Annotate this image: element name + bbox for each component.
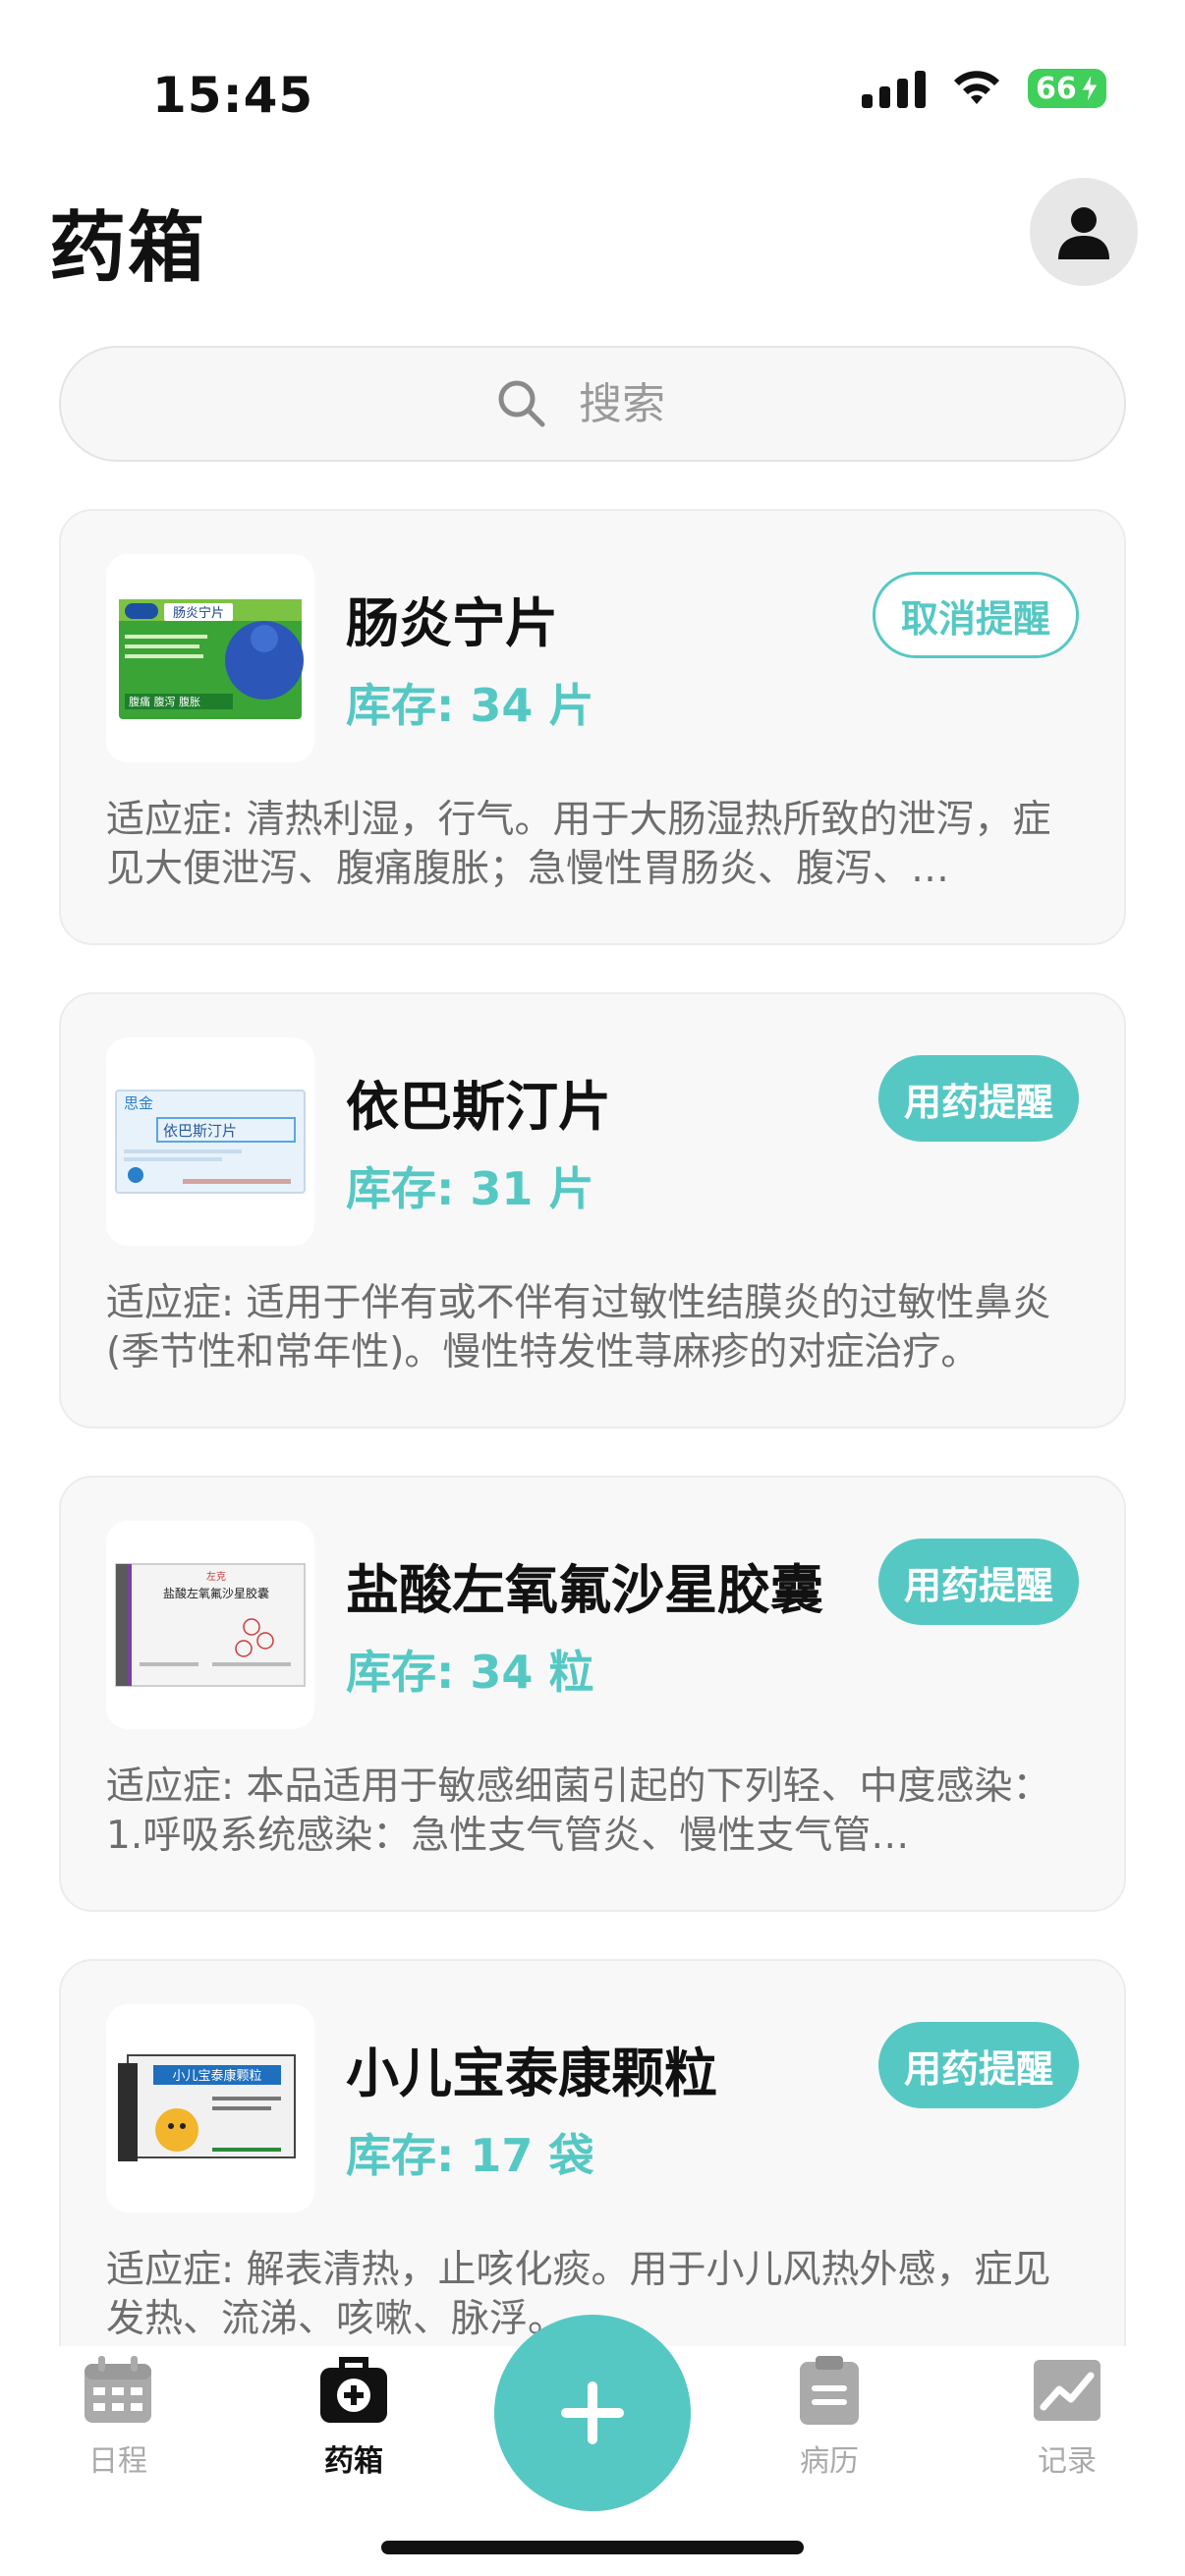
search-bar[interactable] (59, 346, 1126, 462)
medicine-stock: 库存: 31 片 (346, 1162, 594, 1215)
tab-label: 日程 (88, 2444, 147, 2479)
medicine-stock: 库存: 34 粒 (346, 1646, 594, 1699)
home-indicator (381, 2541, 804, 2554)
plus-icon (561, 2381, 624, 2444)
medicine-card[interactable]: 小儿宝泰康颗粒 小儿宝泰康颗粒 库存: 17 袋 用药提醒 适应症: 解表清热，… (59, 1959, 1126, 2346)
tab-schedule[interactable]: 日程 (39, 2354, 197, 2480)
wifi-icon (954, 71, 999, 104)
medicine-list[interactable]: 肠炎宁片 腹痛 腹泻 腹胀 肠炎宁片 库存: 34 片 取消提醒 适应症: 清热… (59, 509, 1126, 2346)
chart-icon (1034, 2360, 1100, 2421)
package-label: 小儿宝泰康颗粒 (172, 2068, 261, 2084)
search-icon (498, 380, 545, 427)
cancel-reminder-button[interactable]: 取消提醒 (872, 572, 1079, 658)
search-input[interactable] (577, 377, 689, 430)
tab-label: 病历 (800, 2444, 859, 2479)
status-icons: 66 (862, 69, 1106, 108)
medicine-image: 小儿宝泰康颗粒 (106, 2004, 314, 2212)
calendar-icon (85, 2356, 151, 2423)
clipboard-icon (800, 2356, 859, 2425)
medicine-name: 盐酸左氧氟沙星胶囊 (346, 1559, 823, 1621)
package-brand: 左克 (206, 1570, 226, 1583)
package-label: 依巴斯汀片 (163, 1122, 237, 1140)
medicine-name: 小儿宝泰康颗粒 (346, 2043, 717, 2104)
profile-button[interactable] (1030, 178, 1138, 286)
medicine-description: 适应症: 适用于伴有或不伴有过敏性结膜炎的过敏性鼻炎 (季节性和常年性)。慢性特… (106, 1281, 1051, 1374)
package-brand: 肠炎宁片 (173, 605, 224, 621)
battery-level: 66 (1036, 71, 1077, 106)
medicine-card[interactable]: 左克 盐酸左氧氟沙星胶囊 盐酸左氧氟沙星胶囊 库存: 34 粒 用药提醒 适应症… (59, 1476, 1126, 1912)
battery-icon: 66 (1028, 69, 1106, 108)
tab-label: 记录 (1038, 2444, 1097, 2479)
medicine-name: 依巴斯汀片 (346, 1076, 611, 1138)
medicine-image: 思金 依巴斯汀片 (106, 1037, 314, 1246)
package-brand: 思金 (124, 1094, 153, 1112)
medicine-description: 适应症: 清热利湿，行气。用于大肠湿热所致的泄泻，症见大便泄泻、腹痛腹胀；急慢性… (106, 798, 1051, 891)
medication-reminder-button[interactable]: 用药提醒 (877, 2022, 1079, 2108)
package-label: 盐酸左氧氟沙星胶囊 (163, 1586, 269, 1600)
medicine-stock: 库存: 34 片 (346, 679, 594, 732)
medicine-description: 适应症: 本品适用于敏感细菌引起的下列轻、中度感染：1.呼吸系统感染：急性支气管… (106, 1764, 1051, 1858)
tab-records[interactable]: 记录 (988, 2354, 1146, 2480)
medicine-name: 肠炎宁片 (346, 592, 558, 654)
medication-reminder-button[interactable]: 用药提醒 (877, 1539, 1079, 1625)
status-time: 15:45 (152, 67, 314, 124)
medicine-stock: 库存: 17 袋 (346, 2129, 594, 2182)
page-title: 药箱 (49, 204, 207, 293)
add-medicine-button[interactable] (494, 2315, 691, 2511)
medkit-icon (320, 2357, 387, 2423)
tab-medicine-box[interactable]: 药箱 (275, 2354, 432, 2480)
medicine-image: 左克 盐酸左氧氟沙星胶囊 (106, 1521, 314, 1729)
user-icon (1058, 207, 1109, 259)
cellular-signal-icon (862, 69, 926, 108)
medicine-card[interactable]: 肠炎宁片 腹痛 腹泻 腹胀 肠炎宁片 库存: 34 片 取消提醒 适应症: 清热… (59, 509, 1126, 945)
medicine-image: 肠炎宁片 腹痛 腹泻 腹胀 (106, 554, 314, 762)
medication-reminder-button[interactable]: 用药提醒 (877, 1055, 1079, 1142)
package-tagline: 腹痛 腹泻 腹胀 (129, 695, 200, 708)
medicine-card[interactable]: 思金 依巴斯汀片 依巴斯汀片 库存: 31 片 用药提醒 适应症: 适用于伴有或… (59, 992, 1126, 1428)
tab-medical-records[interactable]: 病历 (751, 2354, 908, 2480)
tab-label: 药箱 (324, 2444, 383, 2479)
